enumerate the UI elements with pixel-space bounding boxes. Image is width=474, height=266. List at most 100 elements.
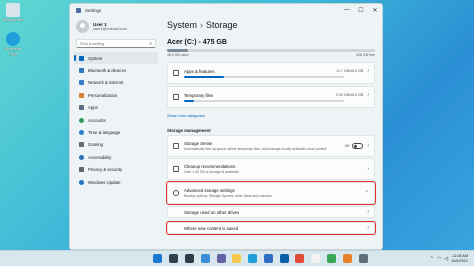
taskbar-apps [150, 254, 371, 263]
accessibility-icon [79, 154, 84, 160]
advanced-storage-settings-row[interactable]: Advanced storage settings Backup options… [166, 181, 376, 205]
system-tray: ⌃ ◠ ◁ 11:08 AM 10/4/2021 [430, 254, 468, 264]
search-input[interactable] [80, 41, 150, 46]
row-title: Storage Sense [184, 141, 213, 146]
taskbar-edge-icon[interactable] [248, 254, 258, 263]
chevron-up-icon: ⌃ [364, 190, 369, 196]
taskbar-chat-icon[interactable] [216, 254, 226, 263]
taskbar: ⌃ ◠ ◁ 11:08 AM 10/4/2021 [0, 250, 474, 266]
usage-bar-fill [184, 99, 194, 102]
taskbar-store-icon[interactable] [263, 254, 273, 263]
section-heading: Storage management [167, 128, 211, 133]
sidebar-item-label: Windows Update [88, 179, 121, 185]
row-subtitle: Backup options, Storage Spaces, other di… [184, 194, 272, 198]
chevron-right-icon: › [367, 92, 369, 98]
storage-used-other-drives-row[interactable]: Storage used on other drives › [167, 206, 375, 218]
network-icon [79, 80, 84, 86]
page-title: Storage [206, 20, 238, 30]
taskbar-app-green-icon[interactable] [326, 254, 336, 263]
user-email: user1@hotmail.com [93, 27, 127, 31]
volume-icon[interactable]: ◁ [444, 256, 448, 262]
sidebar-item-accessibility[interactable]: Accessibility [74, 151, 158, 163]
taskbar-app-orange-icon[interactable] [342, 254, 352, 263]
taskbar-app-white-icon[interactable] [311, 254, 321, 263]
sidebar: User 1 user1@hotmail.com ⌕ System Blueto… [70, 16, 162, 249]
sidebar-item-time-language[interactable]: Time & language [74, 126, 158, 138]
tag-icon [173, 166, 179, 172]
usage-bar [184, 99, 344, 102]
sidebar-item-gaming[interactable]: Gaming [74, 139, 158, 151]
settings-window: Settings — ☐ ✕ User 1 user1@hotmail.com … [69, 3, 383, 250]
chevron-up-icon[interactable]: ⌃ [430, 256, 434, 262]
close-button[interactable]: ✕ [368, 7, 382, 14]
gear-icon [173, 190, 179, 196]
drive-usage-bar [167, 49, 375, 52]
drive-used: 46.5 GB used [167, 53, 189, 57]
taskbar-widgets-icon[interactable] [200, 254, 210, 263]
cleanup-recommendations-row[interactable]: Cleanup recommendations Over 1.00 GB of … [167, 158, 375, 180]
search-box[interactable]: ⌕ [76, 39, 156, 48]
taskbar-app-red-icon[interactable] [295, 254, 305, 263]
breadcrumb-parent[interactable]: System [167, 20, 197, 30]
clock[interactable]: 11:08 AM 10/4/2021 [451, 254, 468, 264]
storage-sense-toggle[interactable] [352, 143, 364, 149]
usage-value: 11.7 GB/46.5 GB [336, 69, 364, 73]
sidebar-item-privacy[interactable]: Privacy & security [74, 164, 158, 176]
sidebar-item-system[interactable]: System [74, 52, 158, 65]
usage-bar-fill [184, 75, 224, 78]
chevron-right-icon: › [367, 209, 369, 215]
usage-temporary-files[interactable]: Temporary files 2.90 GB/46.5 GB › [167, 86, 375, 108]
recycle-bin-icon [6, 3, 20, 17]
sidebar-item-label: System [88, 55, 103, 61]
chevron-right-icon: › [367, 143, 369, 149]
settings-app-icon [76, 7, 81, 13]
sidebar-item-windows-update[interactable]: Windows Update [74, 176, 158, 188]
globe-clock-icon [79, 130, 84, 136]
taskbar-settings-icon[interactable] [358, 254, 368, 263]
drive-title: Acer (C:) - 475 GB [167, 39, 227, 46]
desktop-icon-label: Recycle Bin [2, 17, 24, 22]
avatar [76, 20, 89, 33]
usage-apps-features[interactable]: Apps & features 11.7 GB/46.5 GB › [167, 62, 375, 84]
sidebar-item-label: Apps [88, 105, 98, 111]
edge-icon [6, 32, 20, 46]
row-subtitle: Over 1.00 GB of storage is available. [184, 170, 240, 174]
sidebar-item-label: Accessibility [88, 154, 112, 160]
desktop-icon-edge[interactable]: Microsoft Edge [2, 32, 24, 56]
minimize-button[interactable]: — [340, 7, 354, 14]
taskbar-search-icon[interactable] [169, 254, 179, 263]
taskbar-task-view-icon[interactable] [184, 254, 194, 263]
trash-icon [173, 94, 179, 100]
desktop-icon-recycle-bin[interactable]: Recycle Bin [2, 3, 24, 22]
usage-bar [184, 75, 344, 78]
clock-time: 11:08 AM [452, 253, 468, 258]
drive-usage-fill [167, 49, 188, 52]
toggle-state: Off [344, 144, 350, 148]
row-title: Where new content is saved [184, 225, 238, 231]
search-icon: ⌕ [149, 40, 152, 47]
storage-sense-row[interactable]: Storage Sense Automatically free up spac… [167, 135, 375, 157]
wifi-icon[interactable]: ◠ [437, 256, 441, 262]
maximize-button[interactable]: ☐ [354, 7, 368, 14]
show-more-link[interactable]: Show more categories [167, 114, 382, 118]
chevron-right-icon: › [367, 225, 369, 231]
sidebar-item-apps[interactable]: Apps [74, 102, 158, 114]
taskbar-file-explorer-icon[interactable] [232, 254, 242, 263]
clock-date: 10/4/2021 [451, 258, 468, 263]
user-profile[interactable]: User 1 user1@hotmail.com [70, 16, 162, 37]
sidebar-item-label: Time & language [88, 130, 121, 136]
sidebar-item-personalization[interactable]: Personalization [74, 89, 158, 101]
sidebar-item-network[interactable]: Network & internet [74, 77, 158, 89]
gamepad-icon [79, 142, 84, 148]
sidebar-item-accounts[interactable]: Accounts [74, 114, 158, 126]
sidebar-item-bluetooth[interactable]: Bluetooth & devices [74, 64, 158, 76]
sidebar-item-label: Network & internet [88, 80, 124, 86]
where-new-content-saved-row[interactable]: Where new content is saved › [166, 221, 376, 235]
taskbar-app-blue-icon[interactable] [279, 254, 289, 263]
apps-icon [173, 70, 179, 76]
row-title: Advanced storage settings [184, 188, 235, 193]
taskbar-start-icon[interactable] [153, 254, 163, 263]
breadcrumb: System › Storage [167, 16, 382, 30]
chevron-right-icon: › [367, 68, 369, 74]
drive-free: 428 GB free [356, 53, 375, 57]
